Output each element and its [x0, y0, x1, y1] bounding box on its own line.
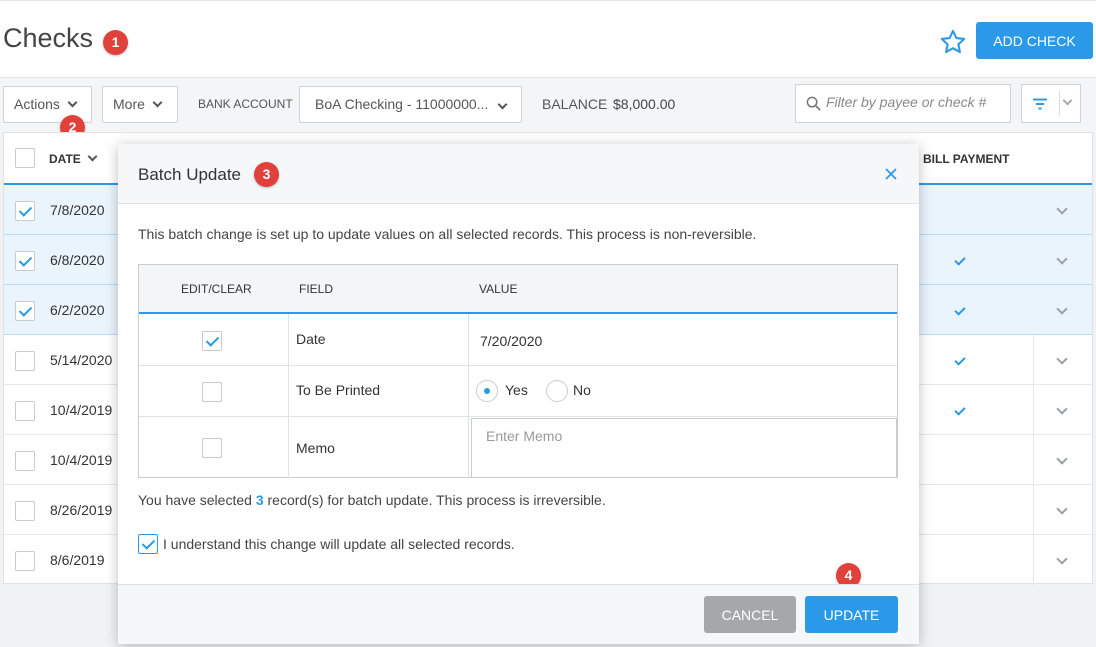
row-checkbox[interactable]	[15, 301, 35, 321]
acknowledge-label: I understand this change will update all…	[163, 536, 515, 552]
search-input[interactable]	[826, 94, 1006, 110]
row-date: 8/26/2019	[50, 502, 113, 518]
row-date: 10/4/2019	[50, 402, 113, 418]
search-icon	[806, 96, 821, 111]
row-expand-chevron-icon[interactable]	[1056, 453, 1068, 465]
yes-radio-label: Yes	[505, 382, 528, 398]
row-date: 6/2/2020	[50, 302, 105, 318]
field-header: FIELD	[299, 282, 334, 296]
bill-payment-check-icon	[954, 254, 966, 266]
modal-description: This batch change is set up to update va…	[138, 226, 757, 242]
select-all-checkbox[interactable]	[15, 148, 35, 168]
yes-radio[interactable]	[476, 380, 498, 402]
selection-suffix: record(s) for batch update. This process…	[267, 492, 606, 508]
filter-button[interactable]	[1021, 84, 1081, 123]
balance-value: $8,000.00	[613, 96, 676, 112]
filter-icon	[1033, 98, 1047, 110]
bill-payment-check-icon	[954, 304, 966, 316]
row-date: 5/14/2020	[50, 352, 113, 368]
chevron-down-icon	[67, 97, 78, 108]
selection-prefix: You have selected	[138, 492, 252, 508]
selection-summary: You have selected 3 record(s) for batch …	[138, 492, 606, 508]
memo-input[interactable]	[471, 418, 897, 478]
modal-footer: CANCEL UPDATE	[118, 584, 919, 644]
row-checkbox[interactable]	[15, 251, 35, 271]
row-date: 6/8/2020	[50, 252, 105, 268]
page-header: Checks 1 ADD CHECK	[0, 0, 1096, 78]
grid-header: EDIT/CLEAR FIELD VALUE	[139, 265, 897, 314]
annotation-badge-3: 3	[254, 162, 279, 187]
memo-label: Memo	[296, 440, 335, 456]
chevron-down-icon[interactable]	[1062, 95, 1073, 106]
modal-header: Batch Update 3	[118, 144, 919, 204]
modal-title: Batch Update	[138, 165, 242, 184]
sort-chevron-icon[interactable]	[87, 151, 98, 162]
chevron-down-icon	[497, 99, 508, 110]
row-expand-chevron-icon[interactable]	[1056, 503, 1068, 515]
memo-edit-checkbox[interactable]	[202, 438, 222, 458]
balance-label: BALANCE	[542, 96, 608, 112]
row-checkbox[interactable]	[15, 451, 35, 471]
bill-payment-check-icon	[954, 404, 966, 416]
row-checkbox[interactable]	[15, 401, 35, 421]
batch-update-modal: Batch Update 3 This batch change is set …	[118, 144, 919, 644]
toolbar: Actions 2 More BANK ACCOUNT BoA Checking…	[0, 78, 1096, 140]
chevron-down-icon	[152, 97, 163, 108]
annotation-badge-1: 1	[103, 30, 128, 55]
row-expand-chevron-icon[interactable]	[1056, 353, 1068, 365]
cancel-button[interactable]: CANCEL	[704, 596, 796, 633]
bank-account-label: BANK ACCOUNT	[198, 97, 293, 111]
value-header: VALUE	[479, 282, 518, 296]
date-column-header[interactable]: DATE	[49, 152, 81, 166]
date-field-row: Date 7/20/2020	[139, 314, 897, 366]
row-expand-chevron-icon[interactable]	[1056, 203, 1068, 215]
to-be-printed-label: To Be Printed	[296, 382, 381, 398]
row-expand-chevron-icon[interactable]	[1056, 253, 1068, 265]
to-be-printed-edit-checkbox[interactable]	[202, 382, 222, 402]
bank-account-select[interactable]: BoA Checking - 11000000...	[299, 86, 522, 123]
date-edit-checkbox[interactable]	[202, 331, 222, 351]
date-field-value[interactable]: 7/20/2020	[480, 333, 542, 349]
no-radio[interactable]	[546, 380, 568, 402]
favorite-star-icon[interactable]	[939, 28, 967, 56]
row-checkbox[interactable]	[15, 501, 35, 521]
actions-label: Actions	[14, 96, 60, 112]
row-date: 8/6/2019	[50, 552, 105, 568]
row-date: 10/4/2019	[50, 452, 113, 468]
to-be-printed-row: To Be Printed Yes No	[139, 366, 897, 417]
more-label: More	[113, 96, 145, 112]
row-expand-chevron-icon[interactable]	[1056, 303, 1068, 315]
acknowledge-checkbox[interactable]	[138, 534, 158, 554]
bank-account-value: BoA Checking - 11000000...	[315, 96, 489, 112]
close-icon[interactable]	[884, 167, 898, 181]
search-box	[795, 84, 1011, 123]
add-check-button[interactable]: ADD CHECK	[976, 22, 1093, 59]
batch-fields-grid: EDIT/CLEAR FIELD VALUE Date 7/20/2020 To…	[138, 264, 898, 478]
bill-payment-check-icon	[954, 354, 966, 366]
page-title: Checks	[3, 23, 94, 53]
no-radio-label: No	[573, 382, 591, 398]
row-expand-chevron-icon[interactable]	[1056, 553, 1068, 565]
row-expand-chevron-icon[interactable]	[1056, 403, 1068, 415]
row-checkbox[interactable]	[15, 201, 35, 221]
selection-count: 3	[255, 492, 264, 508]
date-field-label: Date	[296, 331, 326, 347]
edit-clear-header: EDIT/CLEAR	[181, 282, 252, 296]
bill-payment-column-header: BILL PAYMENT	[923, 152, 1010, 166]
row-checkbox[interactable]	[15, 551, 35, 571]
update-button[interactable]: UPDATE	[805, 596, 898, 633]
row-date: 7/8/2020	[50, 202, 105, 218]
more-dropdown[interactable]: More	[102, 86, 178, 123]
row-checkbox[interactable]	[15, 351, 35, 371]
filter-divider	[1059, 91, 1060, 116]
